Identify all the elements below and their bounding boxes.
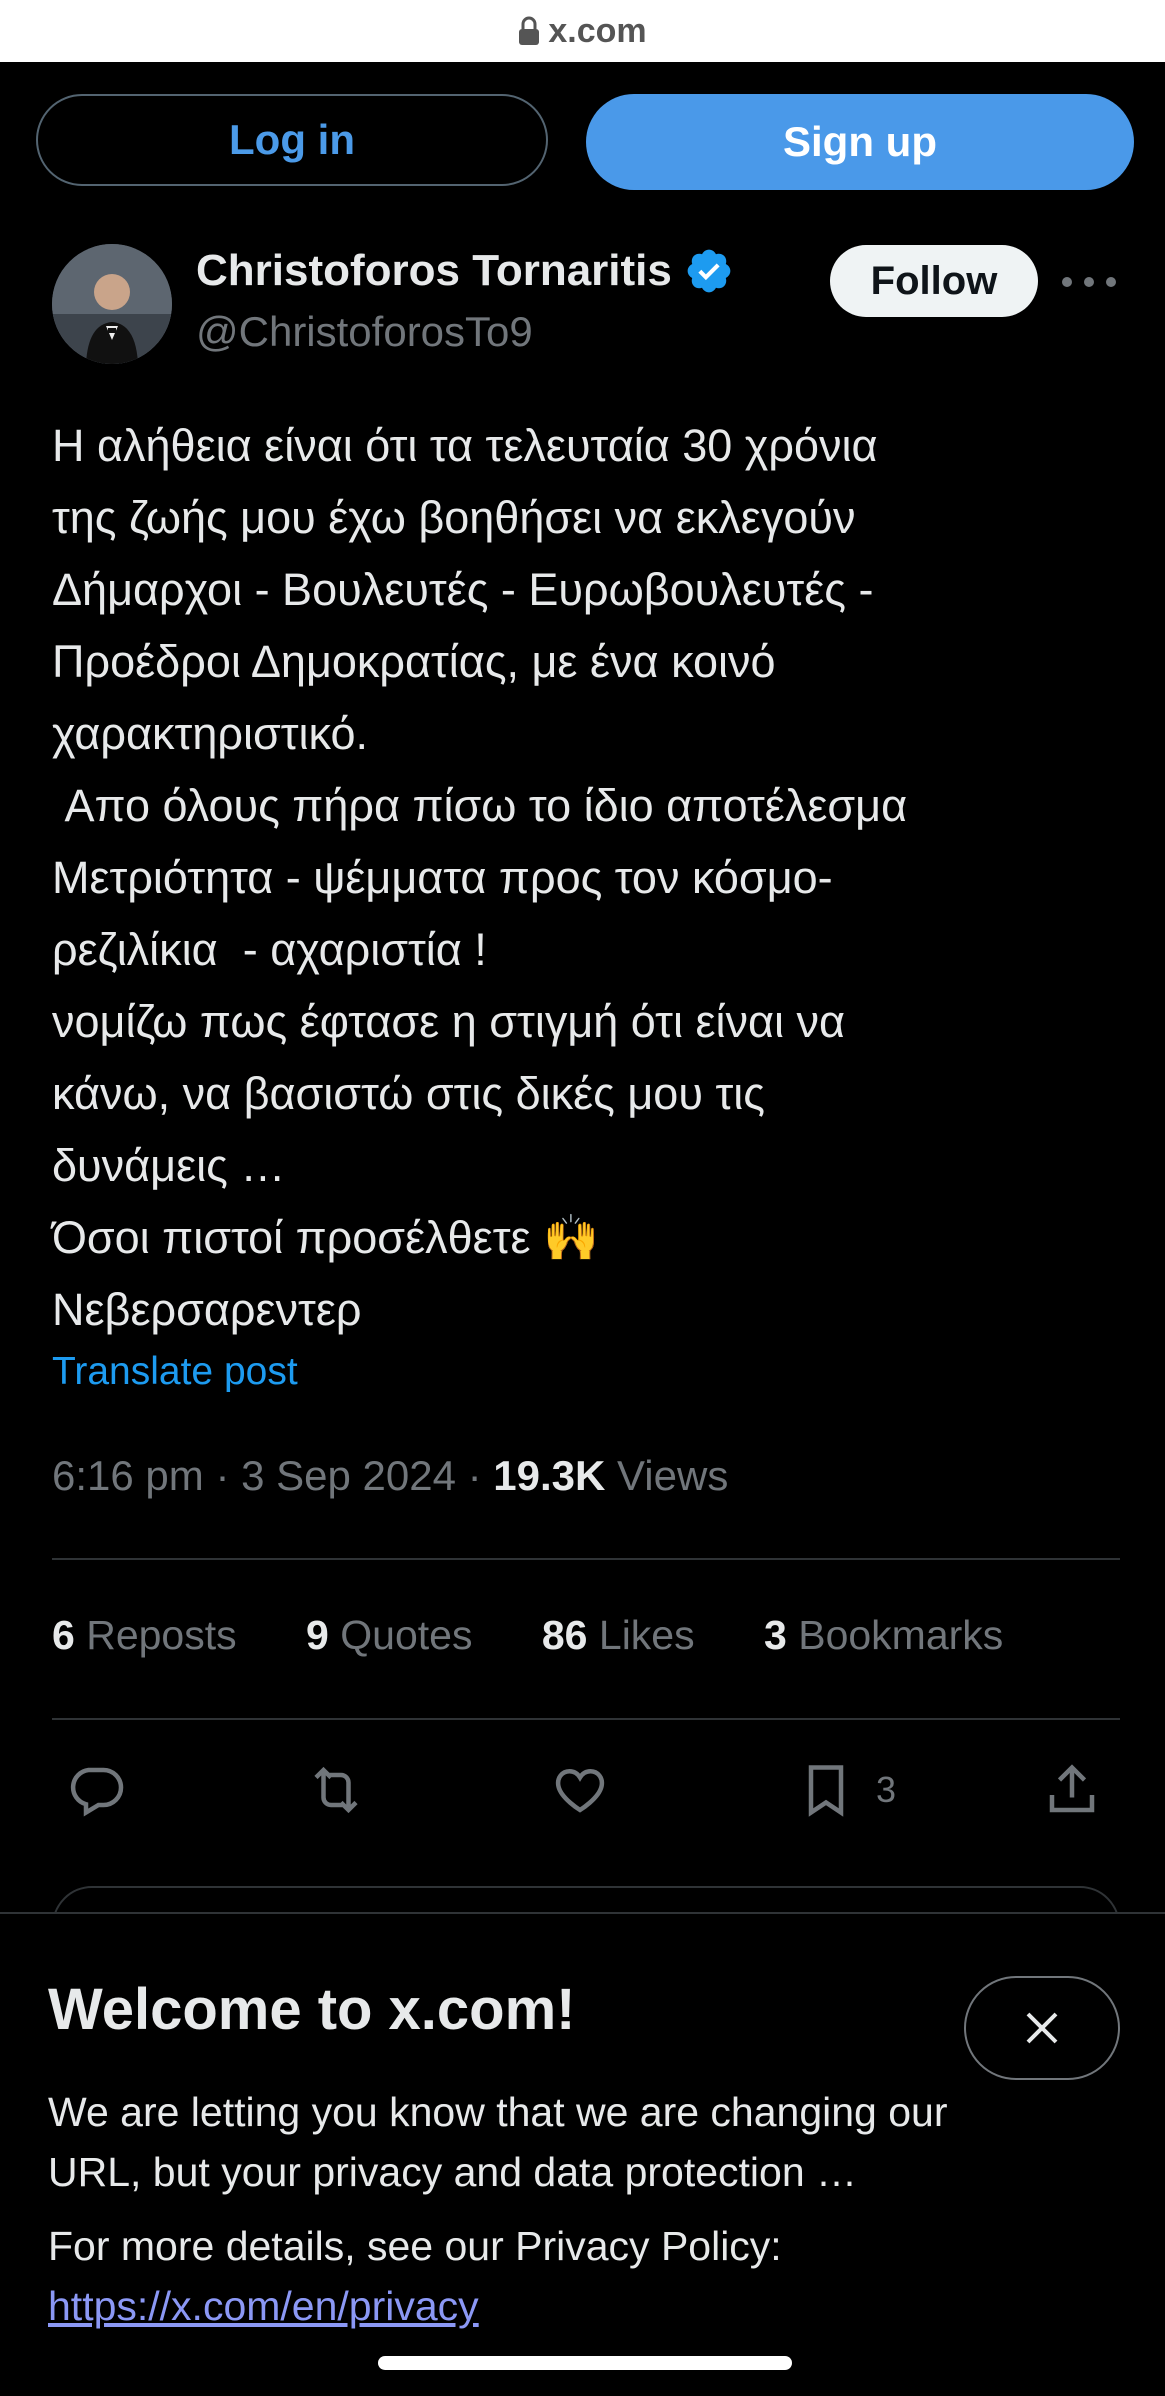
divider [52,1558,1120,1560]
follow-button[interactable]: Follow [830,245,1038,317]
lock-icon [519,16,540,45]
post-date[interactable]: 3 Sep 2024 [241,1452,456,1499]
views-label: Views [617,1452,729,1499]
views-count: 19.3K [493,1452,606,1499]
banner-title: Welcome to x.com! [48,1977,576,2042]
quotes-stat[interactable]: 9 Quotes [306,1612,472,1658]
like-button[interactable] [550,1750,610,1830]
author-handle[interactable]: @ChristoforosTo9 [196,308,533,356]
post-time[interactable]: 6:16 pm [52,1452,204,1499]
banner-more: For more details, see our Privacy Policy… [48,2216,1048,2336]
reply-button[interactable] [66,1750,126,1830]
share-icon [1049,1764,1095,1813]
post-meta: 6:16 pm · 3 Sep 2024 · 19.3K Views [52,1452,729,1499]
repost-button[interactable] [306,1750,366,1830]
more-options-icon[interactable] [1062,262,1116,302]
auth-bar: Log in Sign up [36,94,1134,190]
translate-post-link[interactable]: Translate post [52,1350,298,1394]
close-button[interactable] [964,1976,1120,2080]
browser-url-bar[interactable]: x.com [0,0,1165,62]
close-icon [1026,2012,1058,2044]
heart-icon [555,1768,605,1813]
likes-stat[interactable]: 86 Likes [542,1612,695,1658]
banner-body: We are letting you know that we are chan… [48,2089,948,2195]
bookmarks-stat[interactable]: 3 Bookmarks [764,1612,1003,1658]
bookmark-count: 3 [876,1769,897,1810]
login-button[interactable]: Log in [36,94,548,186]
post-text: Η αλήθεια είναι ότι τα τελευταία 30 χρόν… [52,420,908,1335]
action-bar: 3 [52,1750,1120,1830]
banner-more-text: For more details, see our Privacy Policy… [48,2223,782,2269]
url-text: x.com [548,11,647,50]
divider [52,1718,1120,1720]
reply-icon [70,1767,124,1817]
bookmark-button[interactable]: 3 [796,1750,896,1830]
author-name-text: Christoforos Tornaritis [196,246,672,295]
home-indicator [378,2356,792,2370]
avatar[interactable] [52,244,172,364]
bookmark-icon [808,1765,844,1817]
reposts-stat[interactable]: 6 Reposts [52,1612,237,1658]
share-button[interactable] [1042,1750,1102,1830]
privacy-policy-link[interactable]: https://x.com/en/privacy [48,2276,1048,2336]
verified-badge-icon [687,249,731,293]
signup-button[interactable]: Sign up [586,94,1134,190]
avatar-image [52,244,172,364]
repost-icon [314,1766,358,1814]
welcome-banner: Welcome to x.com! We are letting you kno… [0,1912,1165,2396]
author-name[interactable]: Christoforos Tornaritis [196,246,734,296]
engagement-stats: 6 Reposts 9 Quotes 86 Likes 3 Bookmarks [52,1612,1061,1659]
